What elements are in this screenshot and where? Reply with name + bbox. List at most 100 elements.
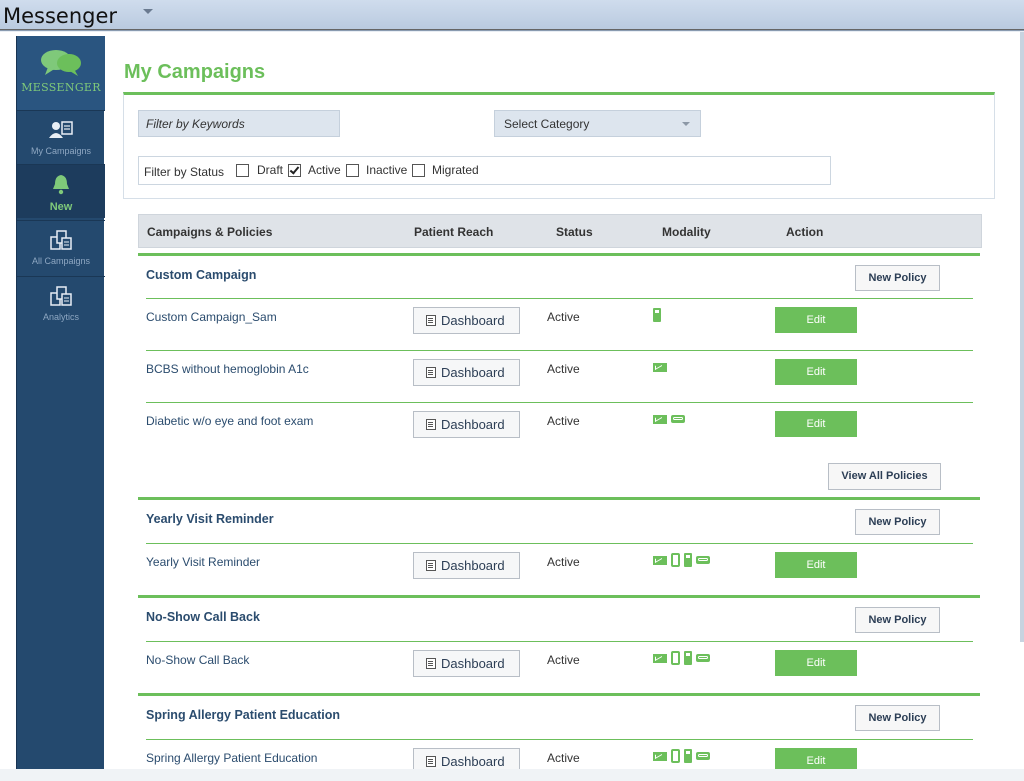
edit-button[interactable]: Edit <box>775 359 857 385</box>
document-icon <box>426 315 436 326</box>
dashboard-button[interactable]: Dashboard <box>413 552 520 579</box>
modality-icons <box>653 308 661 322</box>
dashboard-button[interactable]: Dashboard <box>413 411 520 438</box>
policy-name[interactable]: Diabetic w/o eye and foot exam <box>146 414 313 428</box>
policy-name[interactable]: No-Show Call Back <box>146 653 249 667</box>
new-policy-button[interactable]: New Policy <box>855 607 940 633</box>
status-text: Active <box>547 751 580 765</box>
dashboard-button-label: Dashboard <box>441 754 505 769</box>
chat-bubbles-icon <box>41 50 81 76</box>
category-select-value: Select Category <box>504 117 590 131</box>
new-policy-button[interactable]: New Policy <box>855 265 940 291</box>
dashboard-button-label: Dashboard <box>441 313 505 328</box>
user-list-icon <box>49 121 73 138</box>
sidebar-item-all-campaigns[interactable]: All Campaigns <box>17 220 105 274</box>
email-icon <box>653 555 667 565</box>
dashboard-button-label: Dashboard <box>441 558 505 573</box>
column-header-patient-reach: Patient Reach <box>414 225 494 239</box>
voicemail-icon <box>696 556 710 564</box>
policy-name[interactable]: BCBS without hemoglobin A1c <box>146 362 309 376</box>
email-icon <box>653 751 667 761</box>
edit-button[interactable]: Edit <box>775 650 857 676</box>
dashboard-button-label: Dashboard <box>441 365 505 380</box>
stacked-files-icon <box>50 230 72 250</box>
policy-name[interactable]: Custom Campaign_Sam <box>146 310 277 324</box>
mobile-icon <box>671 651 680 665</box>
sidebar-logo[interactable]: MESSENGER <box>17 36 105 110</box>
bottom-edge <box>0 769 1024 781</box>
policy-name[interactable]: Yearly Visit Reminder <box>146 555 260 569</box>
mobile-icon <box>671 749 680 763</box>
status-text: Active <box>547 414 580 428</box>
campaign-group-header: Custom Campaign New Policy <box>138 256 980 300</box>
campaign-name[interactable]: Yearly Visit Reminder <box>146 512 274 526</box>
table-row: Yearly Visit Reminder Dashboard Active E… <box>138 544 980 586</box>
document-icon <box>426 419 436 430</box>
edit-button[interactable]: Edit <box>775 552 857 578</box>
chevron-down-icon <box>682 122 690 126</box>
edit-button[interactable]: Edit <box>775 307 857 333</box>
phone-icon <box>684 651 692 665</box>
edit-button[interactable]: Edit <box>775 411 857 437</box>
document-icon <box>426 367 436 378</box>
page-title: My Campaigns <box>124 61 266 83</box>
inactive-label: Inactive <box>366 163 408 177</box>
titlebar-divider <box>0 29 1024 30</box>
column-header-status: Status <box>556 225 593 239</box>
app-title: Messenger <box>3 4 118 28</box>
modality-icons <box>653 412 685 426</box>
campaign-name[interactable]: Custom Campaign <box>146 268 256 282</box>
dashboard-button[interactable]: Dashboard <box>413 359 520 386</box>
phone-icon <box>684 553 692 567</box>
sidebar-logo-text: MESSENGER <box>21 81 101 94</box>
document-icon <box>426 560 436 571</box>
window-titlebar: Messenger <box>0 0 1024 31</box>
sidebar-item-my-campaigns[interactable]: My Campaigns <box>17 110 105 164</box>
title-dropdown-icon[interactable] <box>143 9 153 14</box>
policy-name[interactable]: Spring Allergy Patient Education <box>146 751 317 765</box>
draft-checkbox[interactable] <box>236 164 249 177</box>
view-all-policies-button[interactable]: View All Policies <box>828 463 941 490</box>
category-select[interactable]: Select Category <box>494 110 701 137</box>
new-policy-button[interactable]: New Policy <box>855 705 940 731</box>
edit-button[interactable]: Edit <box>775 748 857 769</box>
campaign-name[interactable]: No-Show Call Back <box>146 610 260 624</box>
dashboard-button[interactable]: Dashboard <box>413 650 520 677</box>
modality-icons <box>653 749 710 763</box>
sidebar-item-label: Analytics <box>42 312 79 322</box>
email-icon <box>653 362 667 372</box>
table-row: BCBS without hemoglobin A1c Dashboard Ac… <box>138 351 980 393</box>
email-icon <box>653 414 667 424</box>
campaign-group-header: No-Show Call Back New Policy <box>138 598 980 642</box>
active-checkbox[interactable] <box>288 164 301 177</box>
table-row: Custom Campaign_Sam Dashboard Active Edi… <box>138 299 980 341</box>
dashboard-button[interactable]: Dashboard <box>413 307 520 334</box>
table-row: Spring Allergy Patient Education Dashboa… <box>138 740 980 769</box>
sidebar: MESSENGER My Campaigns New All Campaigns <box>16 36 105 769</box>
dashboard-button[interactable]: Dashboard <box>413 748 520 769</box>
active-label: Active <box>308 163 341 177</box>
voicemail-icon <box>696 752 710 760</box>
table-header: Campaigns & Policies Patient Reach Statu… <box>138 214 982 248</box>
status-text: Active <box>547 310 580 324</box>
migrated-label: Migrated <box>432 163 479 177</box>
column-header-campaigns: Campaigns & Policies <box>147 225 273 239</box>
inactive-checkbox[interactable] <box>346 164 359 177</box>
new-policy-button[interactable]: New Policy <box>855 509 940 535</box>
voicemail-icon <box>671 415 685 423</box>
sidebar-item-analytics[interactable]: Analytics <box>17 276 105 330</box>
campaign-name[interactable]: Spring Allergy Patient Education <box>146 708 340 722</box>
mobile-icon <box>671 553 680 567</box>
table-row: No-Show Call Back Dashboard Active Edit <box>138 642 980 684</box>
column-header-modality: Modality <box>662 225 711 239</box>
column-header-action: Action <box>786 225 824 239</box>
keyword-filter-input[interactable] <box>138 110 340 137</box>
email-icon <box>653 653 667 663</box>
status-text: Active <box>547 362 580 376</box>
sidebar-item-label: New <box>49 201 73 213</box>
voicemail-icon <box>696 654 710 662</box>
migrated-checkbox[interactable] <box>412 164 425 177</box>
phone-icon <box>684 749 692 763</box>
sidebar-item-new[interactable]: New <box>17 164 105 218</box>
document-icon <box>426 658 436 669</box>
